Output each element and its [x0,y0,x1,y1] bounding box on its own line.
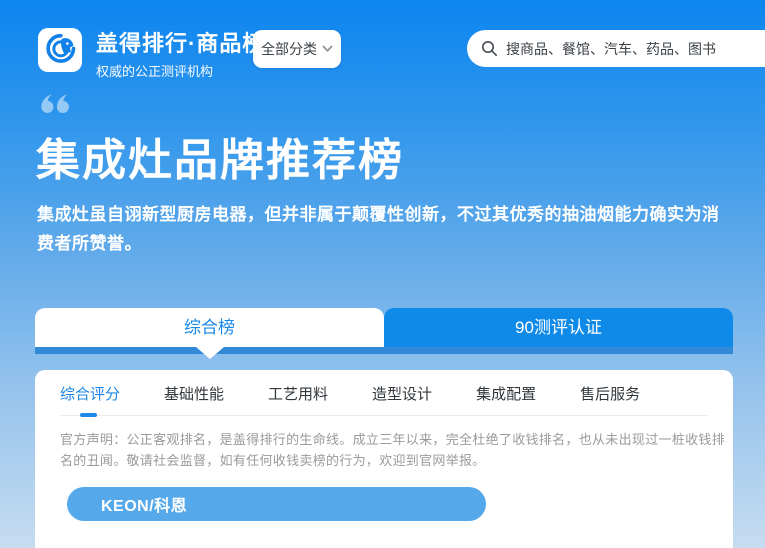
tab-90-certification[interactable]: 90测评认证 [384,308,733,347]
double-quote-icon [40,94,71,121]
tab-overall-ranking[interactable]: 综合榜 [35,308,384,347]
tab-overall-ranking-label: 综合榜 [184,318,235,337]
chevron-down-icon [322,45,333,53]
site-title: 盖得排行·商品榜 [96,31,265,57]
page-title: 集成灶品牌推荐榜 [36,136,404,186]
subtab-integration[interactable]: 集成配置 [476,385,536,405]
search-input[interactable] [506,41,765,57]
content-card: 综合评分 基础性能 工艺用料 造型设计 集成配置 售后服务 官方声明：公正客观排… [35,370,733,548]
page: 盖得排行·商品榜 权威的公正测评机构 全部分类 集成灶品牌推荐榜 集成灶虽自诩新… [0,0,765,548]
main-tabs: 综合榜 90测评认证 [35,308,733,347]
subtab-overall-score[interactable]: 综合评分 [60,385,120,405]
official-statement: 官方声明：公正客观排名，是盖得排行的生命线。成立三年以来，完全杜绝了收钱排名，也… [60,429,725,471]
all-categories-label: 全部分类 [261,39,317,59]
brand-logo[interactable] [38,28,82,72]
tab-strip [35,347,733,354]
site-subtitle: 权威的公正测评机构 [96,61,265,80]
subtab-design[interactable]: 造型设计 [372,385,432,405]
search-bar[interactable] [467,30,765,67]
tab-90-certification-label: 90测评认证 [515,318,602,337]
score-subtabs: 综合评分 基础性能 工艺用料 造型设计 集成配置 售后服务 [60,385,640,405]
subtab-divider [60,415,708,416]
subtab-materials[interactable]: 工艺用料 [268,385,328,405]
subtab-basic-performance[interactable]: 基础性能 [164,385,224,405]
lion-icon [42,30,78,71]
brand-rank-label: KEON/科恩 [101,492,187,516]
active-subtab-underline [80,413,97,417]
brand-text-block: 盖得排行·商品榜 权威的公正测评机构 [96,31,265,80]
active-tab-notch [196,347,224,359]
search-icon [481,40,498,57]
subtab-after-sales[interactable]: 售后服务 [580,385,640,405]
all-categories-button[interactable]: 全部分类 [253,30,341,68]
brand-rank-item[interactable]: KEON/科恩 [67,487,486,521]
page-description: 集成灶虽自诩新型厨房电器，但并非属于颠覆性创新，不过其优秀的抽油烟能力确实为消费… [37,200,729,258]
